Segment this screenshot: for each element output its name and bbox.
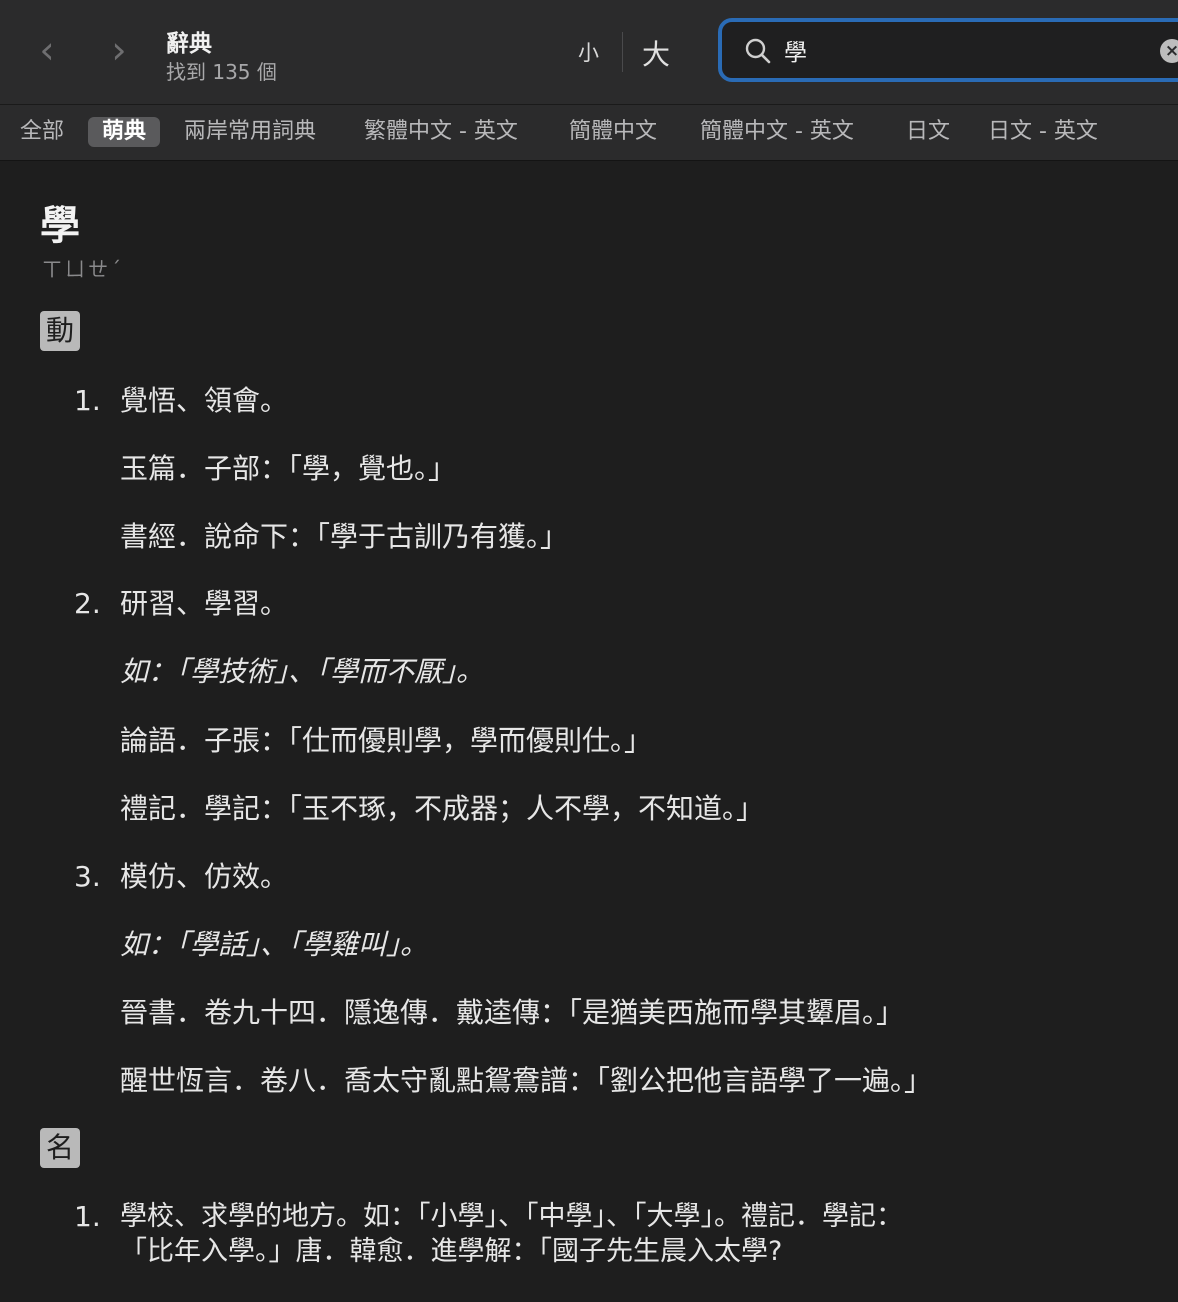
- sense-quote: 晉書．卷九十四．隱逸傳．戴逵傳：「是猶美西施而學其顰眉。」: [120, 996, 905, 1029]
- tab-japanese[interactable]: 日文: [906, 117, 950, 147]
- back-chevron-icon[interactable]: ‹: [32, 30, 62, 70]
- tab-moedict[interactable]: 萌典: [88, 117, 161, 147]
- result-count: 找到 135 個: [166, 60, 277, 84]
- tab-simplified-chinese[interactable]: 簡體中文: [569, 117, 657, 147]
- sense-number: 1.: [74, 1200, 101, 1233]
- font-smaller-button[interactable]: 小: [578, 37, 599, 67]
- sense-quote: 論語．子張：「仕而優則學，學而優則仕。」: [120, 724, 653, 757]
- sense-example: 如：「學話」、「學雞叫」。: [120, 928, 429, 961]
- sense-number: 1.: [74, 384, 101, 417]
- pos-badge-verb: 動: [40, 311, 80, 351]
- sense-example: 如：「學技術」、「學而不厭」。: [120, 655, 485, 688]
- clear-search-icon[interactable]: ×: [1160, 39, 1178, 63]
- sense-definition: 學校、求學的地方。如：「小學」、「中學」、「大學」。禮記．學記：: [120, 1201, 903, 1232]
- tab-simplified-chinese-english[interactable]: 簡體中文 - 英文: [700, 117, 854, 147]
- search-field[interactable]: ×: [718, 18, 1178, 82]
- forward-chevron-icon[interactable]: ›: [104, 30, 134, 70]
- tab-traditional-chinese-english[interactable]: 繁體中文 - 英文: [364, 117, 518, 147]
- sense-definition-continued: 「比年入學。」唐．韓愈．進學解：「國子先生晨入太學?: [120, 1236, 783, 1267]
- sense-number: 3.: [74, 860, 101, 893]
- sense-definition: 研習、學習。: [120, 587, 289, 620]
- font-larger-button[interactable]: 大: [642, 33, 670, 73]
- dictionary-tab-bar: 全部 萌典 兩岸常用詞典 繁體中文 - 英文 簡體中文 簡體中文 - 英文 日文…: [0, 105, 1178, 161]
- sense-definition: 覺悟、領會。: [120, 384, 289, 417]
- sense-quote: 玉篇．子部：「學，覺也。」: [120, 452, 457, 485]
- search-input[interactable]: [784, 30, 1144, 70]
- font-size-divider: [622, 32, 623, 72]
- sense-definition: 模仿、仿效。: [120, 860, 289, 893]
- window-title: 辭典: [166, 31, 212, 57]
- sense-quote: 醒世恆言．卷八．喬太守亂點鴛鴦譜：「劉公把他言語學了一遍。」: [120, 1064, 933, 1097]
- sense-quote: 書經．說命下：「學于古訓乃有獲。」: [120, 520, 569, 553]
- toolbar: ‹ › 辭典 找到 135 個 小 大 ×: [0, 0, 1178, 105]
- sense-quote: 禮記．學記：「玉不琢，不成器；人不學，不知道。」: [120, 792, 765, 825]
- entry-content: 學 ㄒㄩㄝˊ 動 1. 覺悟、領會。 玉篇．子部：「學，覺也。」 書經．說命下：…: [0, 161, 1178, 1302]
- sense-number: 2.: [74, 587, 101, 620]
- tab-japanese-english[interactable]: 日文 - 英文: [988, 117, 1098, 147]
- bopomofo-pronunciation: ㄒㄩㄝˊ: [42, 257, 124, 281]
- tab-cross-strait-dictionary[interactable]: 兩岸常用詞典: [184, 117, 316, 147]
- pos-badge-noun: 名: [40, 1128, 80, 1168]
- search-icon: [745, 38, 771, 64]
- headword: 學: [40, 203, 80, 249]
- tab-all[interactable]: 全部: [20, 117, 64, 147]
